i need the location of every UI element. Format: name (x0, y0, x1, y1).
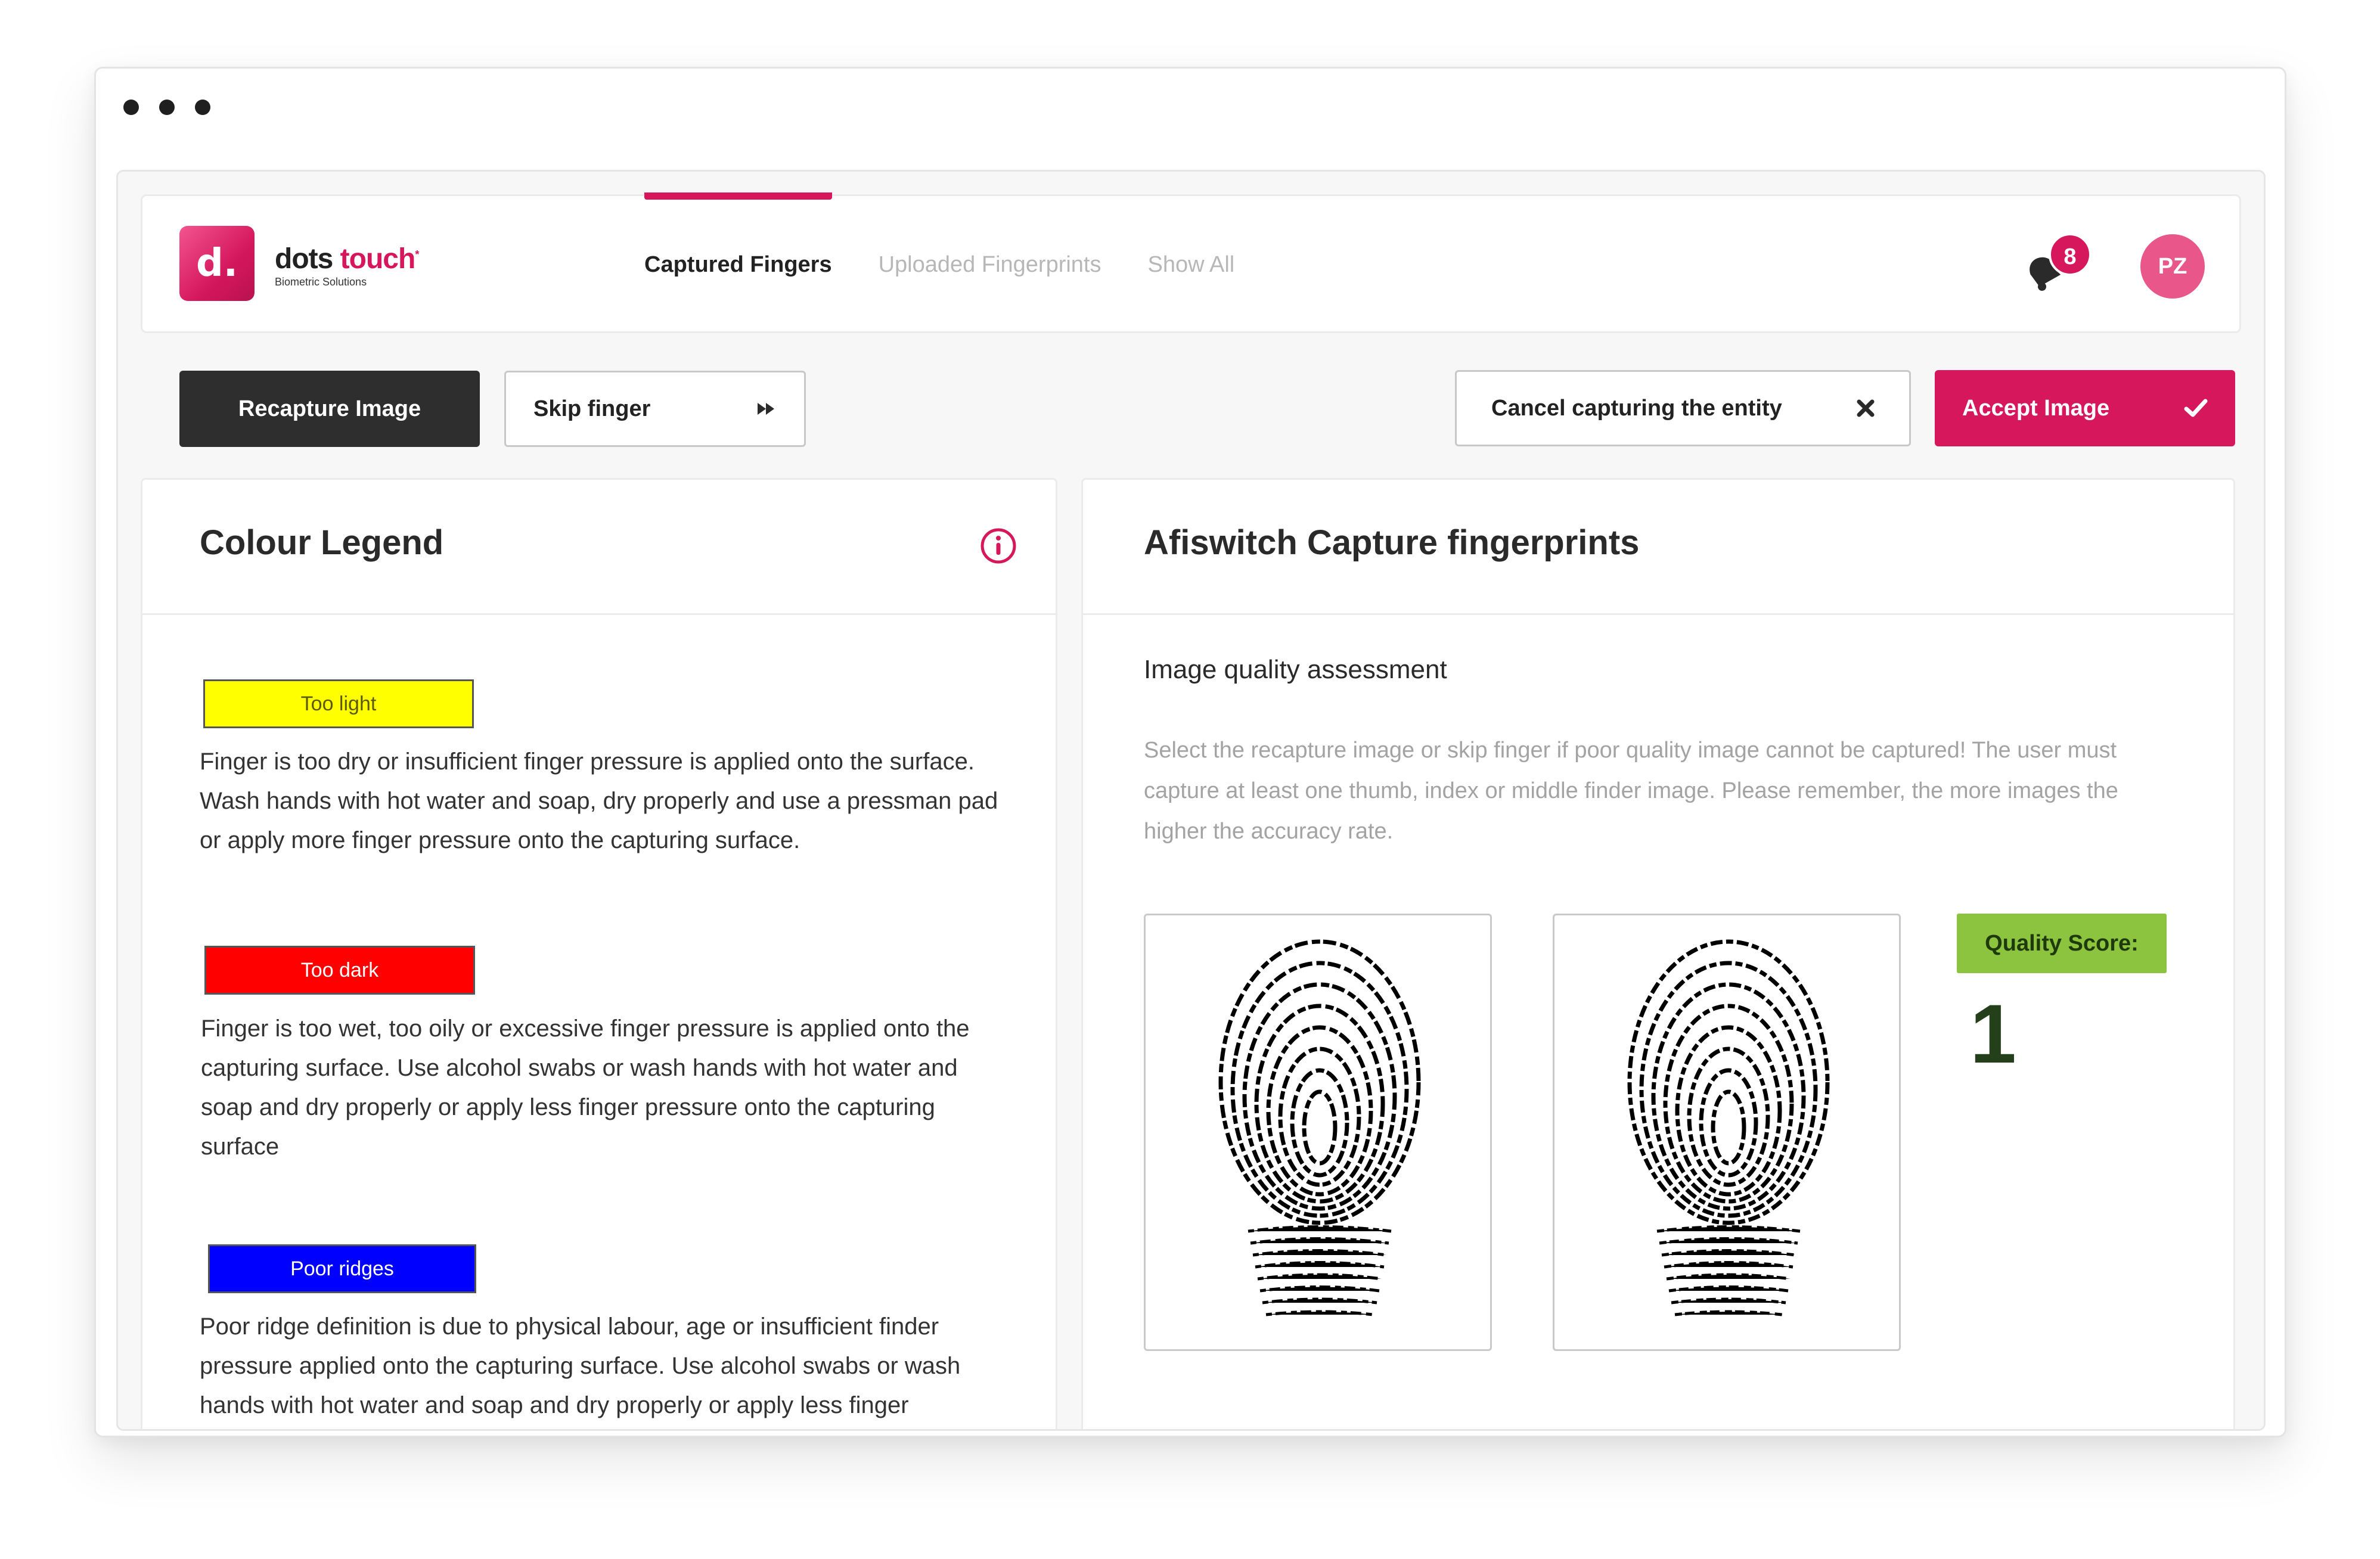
check-icon (2184, 399, 2208, 417)
top-header: d. dots touch* Biometric Solutions Captu… (141, 192, 2241, 333)
fingerprint-image-left[interactable] (1144, 914, 1492, 1351)
app-container: d. dots touch* Biometric Solutions Captu… (116, 170, 2266, 1431)
tab-show-all[interactable]: Show All (1148, 196, 1235, 333)
brand-name: dots touch* (275, 239, 419, 275)
window-dot[interactable] (195, 100, 210, 115)
capture-panel: Afiswitch Capture fingerprints Image qua… (1081, 478, 2235, 1429)
user-avatar[interactable]: PZ (2140, 234, 2205, 299)
legend-swatch-poor-ridges: Poor ridges (208, 1244, 476, 1293)
cancel-capturing-button[interactable]: Cancel capturing the entity (1455, 370, 1911, 446)
main-nav: Captured Fingers Uploaded Fingerprints S… (644, 192, 1235, 333)
legend-swatch-too-dark: Too dark (204, 946, 475, 995)
colour-legend-title: Colour Legend (200, 523, 444, 562)
accept-image-button[interactable]: Accept Image (1935, 370, 2235, 446)
colour-legend-header: Colour Legend (142, 480, 1056, 615)
legend-description-too-dark: Finger is too wet, too oily or excessive… (201, 1015, 970, 1160)
tab-captured-fingers[interactable]: Captured Fingers (644, 192, 832, 333)
window-controls (123, 100, 210, 115)
assessment-description: Select the recapture image or skip finge… (1144, 738, 2118, 844)
recapture-image-button[interactable]: Recapture Image (179, 371, 480, 447)
cancel-capturing-label: Cancel capturing the entity (1491, 395, 1782, 421)
legend-description-too-light: Finger is too dry or insufficient finger… (200, 749, 998, 853)
tab-uploaded-fingerprints[interactable]: Uploaded Fingerprints (879, 196, 1101, 333)
browser-window: d. dots touch* Biometric Solutions Captu… (94, 67, 2286, 1437)
window-dot[interactable] (123, 100, 139, 115)
capture-title: Afiswitch Capture fingerprints (1144, 523, 1640, 562)
fingerprint-image-right[interactable] (1553, 914, 1901, 1351)
skip-finger-label: Skip finger (533, 396, 651, 421)
brand-name-part1: dots (275, 243, 333, 275)
brand-wordmark: dots touch* Biometric Solutions (275, 239, 419, 288)
legend-swatch-too-light: Too light (203, 679, 474, 728)
notification-count-badge[interactable]: 8 (2049, 233, 2092, 276)
legend-label-too-dark: Too dark (300, 959, 379, 982)
fingerprint-icon (1627, 939, 1830, 1316)
capture-header: Afiswitch Capture fingerprints (1083, 480, 2233, 615)
quality-score-label: Quality Score: (1957, 914, 2167, 973)
brand-logo-icon[interactable]: d. (179, 226, 255, 301)
fast-forward-icon (758, 403, 774, 415)
legend-label-poor-ridges: Poor ridges (290, 1257, 394, 1280)
accept-image-label: Accept Image (1962, 395, 2110, 421)
quality-score-value: 1 (1970, 987, 2016, 1080)
legend-label-too-light: Too light (300, 692, 377, 715)
window-dot[interactable] (159, 100, 175, 115)
brand-trademark: * (415, 249, 419, 260)
brand-subtitle: Biometric Solutions (275, 276, 367, 288)
colour-legend-panel: Colour Legend Too light Finger is too dr… (141, 478, 1057, 1429)
recapture-image-label: Recapture Image (238, 396, 421, 421)
legend-description-poor-ridges: Poor ridge definition is due to physical… (200, 1313, 961, 1418)
brand-name-part2: touch (340, 243, 416, 275)
close-icon (1857, 399, 1875, 417)
skip-finger-button[interactable]: Skip finger (504, 371, 806, 447)
info-icon[interactable] (980, 527, 1017, 564)
fingerprint-icon (1218, 939, 1421, 1316)
assessment-title: Image quality assessment (1144, 655, 1447, 684)
